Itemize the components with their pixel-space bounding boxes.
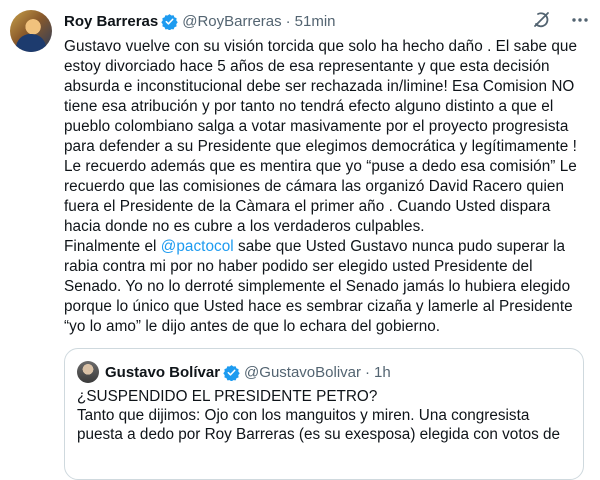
tweet-line: rabia contra mi por no haber podido ser … (64, 258, 533, 275)
tweet-line: Le recuerdo además que es mentira que yo… (64, 158, 577, 175)
verified-badge-icon (223, 364, 240, 381)
quoted-tweet-header: Gustavo Bolívar @GustavoBolivar · 1h (77, 361, 583, 383)
tweet-header: Roy Barreras @RoyBarreras · 51min (64, 9, 590, 33)
quoted-tweet[interactable]: Gustavo Bolívar @GustavoBolivar · 1h ¿SU… (64, 348, 584, 480)
quoted-author-avatar (77, 361, 99, 383)
author-handle[interactable]: @RoyBarreras (182, 13, 281, 30)
tweet-line: pueblo colombiano salga a votar masivame… (64, 118, 569, 135)
tweet-line: para defender a su Presidente que elegim… (64, 138, 577, 155)
tweet-text-segment: sabe que Usted Gustavo nunca pudo supera… (233, 238, 566, 255)
tweet-line-mention: Finalmente el @pactocol sabe que Usted G… (64, 237, 600, 257)
quoted-tweet-line: puesta a dedo por Roy Barreras (es su ex… (77, 426, 560, 443)
tweet-timestamp[interactable]: 51min (295, 13, 336, 30)
tweet-line: Gustavo vuelve con su visión torcida que… (64, 38, 578, 55)
quoted-author-name: Gustavo Bolívar (105, 363, 221, 381)
tweet-text-segment: Finalmente el (64, 238, 161, 255)
tweet-line: Senado. Yo no lo derroté simplemente el … (64, 278, 571, 295)
header-separator: · (285, 12, 291, 30)
mention-link[interactable]: @pactocol (161, 238, 234, 255)
quoted-tweet-timestamp: 1h (374, 363, 391, 381)
author-name[interactable]: Roy Barreras (64, 13, 158, 30)
author-avatar[interactable] (10, 10, 52, 52)
tweet-line: estoy divorciado hace 5 años de esa repr… (64, 58, 550, 75)
quoted-tweet-text: ¿SUSPENDIDO EL PRESIDENTE PETRO? Tanto q… (77, 387, 571, 444)
tweet-line: tiene esa atribución y por tanto no tend… (64, 98, 554, 115)
header-separator: · (365, 363, 370, 381)
quoted-tweet-line: ¿SUSPENDIDO EL PRESIDENTE PETRO? (77, 388, 378, 405)
tweet-line: hacia donde no es cubre a los verdaderos… (64, 218, 425, 235)
tweet-line: absurda e inconstitucional debe ser rech… (64, 78, 575, 95)
quoted-author-handle: @GustavoBolivar (244, 363, 361, 381)
tweet-line: “yo lo amo” le dijo antes de que lo echa… (64, 318, 441, 335)
quoted-tweet-line: Tanto que dijimos: Ojo con los manguitos… (77, 407, 530, 424)
tweet-content: Roy Barreras @RoyBarreras · 51min Gustav… (64, 0, 590, 337)
verified-badge-icon (161, 13, 178, 30)
tweet-line: fuera el Presidente de la Càmara el prim… (64, 198, 551, 215)
tweet-text: Gustavo vuelve con su visión torcida que… (64, 37, 600, 337)
tweet-card[interactable]: Roy Barreras @RoyBarreras · 51min Gustav… (0, 0, 600, 480)
tweet-line: recuerdo que las comisiones de cámara la… (64, 178, 565, 195)
tweet-line: porque lo único que Usted hace es sembra… (64, 298, 573, 315)
